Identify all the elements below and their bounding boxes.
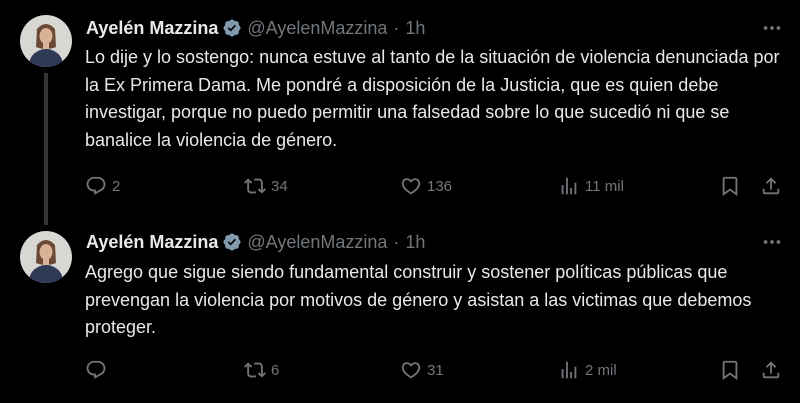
like-icon <box>401 178 421 195</box>
bookmark-button[interactable] <box>719 355 741 385</box>
avatar[interactable] <box>20 231 72 283</box>
tweet-text-paragraph: Lo dije y lo sostengo: nunca estuve al t… <box>85 47 780 150</box>
separator-dot: · <box>393 232 400 252</box>
views-button[interactable]: 11 mil <box>558 171 624 201</box>
like-button[interactable]: 136 <box>400 171 452 201</box>
timestamp[interactable]: 1h <box>405 15 425 41</box>
reply-icon <box>86 176 106 195</box>
retweet-button[interactable]: 6 <box>244 355 279 385</box>
retweet-count: 6 <box>271 361 280 379</box>
like-button[interactable]: 31 <box>400 355 444 385</box>
more-options-icon[interactable] <box>760 16 784 40</box>
share-button[interactable] <box>760 171 782 201</box>
verified-badge-icon[interactable] <box>222 18 242 38</box>
retweet-icon <box>244 178 266 194</box>
tweet-text: Agrego que sigue siendo fundamental cons… <box>85 259 785 342</box>
tweet-header: Ayelén Mazzina @AyelenMazzina · 1h <box>86 229 425 255</box>
views-count: 2 mil <box>585 361 617 379</box>
reply-button[interactable] <box>85 355 112 385</box>
share-icon <box>762 361 780 379</box>
tweet[interactable]: Ayelén Mazzina @AyelenMazzina · 1h Agreg… <box>0 221 800 403</box>
bookmark-icon <box>722 360 738 381</box>
bookmark-button[interactable] <box>719 171 741 201</box>
action-bar: 6 31 2 mil <box>0 355 800 385</box>
action-bar: 2 34 136 11 mil <box>0 171 800 201</box>
tweet-text-paragraph: Agrego que sigue siendo fundamental cons… <box>85 262 752 337</box>
retweet-count: 34 <box>271 177 288 195</box>
author-handle[interactable]: @AyelenMazzina <box>247 229 387 255</box>
like-count: 31 <box>427 361 444 379</box>
bookmark-icon <box>722 176 738 197</box>
avatar[interactable] <box>20 15 72 67</box>
views-button[interactable]: 2 mil <box>558 355 617 385</box>
tweet-text: Lo dije y lo sostengo: nunca estuve al t… <box>85 44 785 154</box>
like-count: 136 <box>427 177 453 195</box>
share-icon <box>762 177 780 195</box>
retweet-icon <box>244 362 266 378</box>
like-icon <box>401 362 421 379</box>
reply-count: 2 <box>112 177 121 195</box>
retweet-button[interactable]: 34 <box>244 171 288 201</box>
verified-badge-icon[interactable] <box>222 232 242 252</box>
views-count: 11 mil <box>585 177 624 195</box>
author-handle[interactable]: @AyelenMazzina <box>247 15 387 41</box>
timestamp[interactable]: 1h <box>405 229 425 255</box>
tweet[interactable]: Ayelén Mazzina @AyelenMazzina · 1h Lo di… <box>0 0 800 225</box>
tweet-header: Ayelén Mazzina @AyelenMazzina · 1h <box>86 15 425 41</box>
more-options-icon[interactable] <box>760 230 784 254</box>
share-button[interactable] <box>760 355 782 385</box>
thread-connector-line <box>44 73 48 225</box>
author-name[interactable]: Ayelén Mazzina <box>86 15 218 41</box>
views-icon <box>561 361 577 379</box>
reply-button[interactable]: 2 <box>85 171 120 201</box>
author-name[interactable]: Ayelén Mazzina <box>86 229 218 255</box>
reply-icon <box>86 360 106 379</box>
views-icon <box>561 177 577 195</box>
separator-dot: · <box>393 18 400 38</box>
